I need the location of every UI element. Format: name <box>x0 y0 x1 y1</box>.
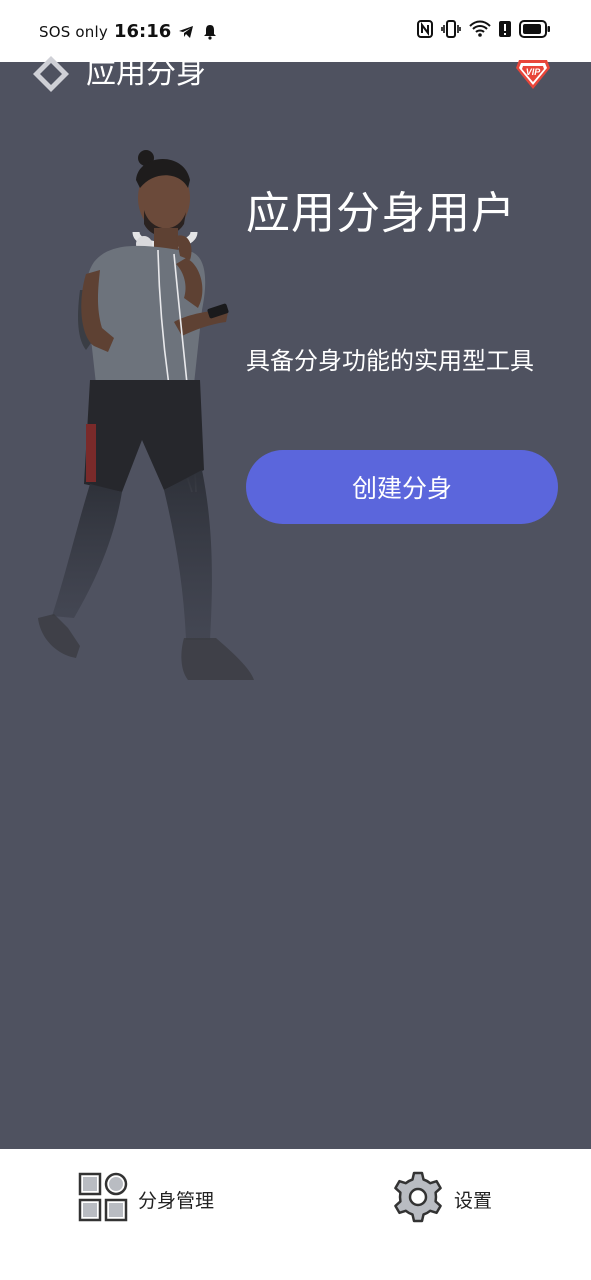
status-left: SOS only 16:16 <box>39 21 219 42</box>
bottom-nav: 分身管理 设置 <box>0 1149 591 1280</box>
svg-text:VIP: VIP <box>526 67 542 77</box>
nav-label-clone-manage: 分身管理 <box>138 1189 215 1212</box>
gear-icon <box>392 1171 444 1227</box>
grid-apps-icon <box>78 1172 128 1226</box>
hero-illustration <box>24 140 264 700</box>
telegram-icon <box>177 23 195 41</box>
diamond-logo-icon <box>31 54 71 94</box>
nav-item-clone-manage[interactable]: 分身管理 <box>78 1171 214 1227</box>
nav-item-settings[interactable]: 设置 <box>392 1171 492 1227</box>
clock: 16:16 <box>113 21 172 42</box>
bell-icon <box>201 23 219 41</box>
hero-subtitle: 具备分身功能的实用型工具 <box>246 347 534 375</box>
nav-label-settings: 设置 <box>454 1189 493 1212</box>
wifi-icon <box>469 20 491 38</box>
page-title: 应用分身 <box>86 56 206 91</box>
hero-title: 应用分身用户 <box>246 188 516 239</box>
battery-icon <box>519 20 551 38</box>
carrier-text: SOS only <box>39 22 108 41</box>
nfc-icon <box>417 20 433 38</box>
alert-icon <box>499 20 511 38</box>
app-header: 应用分身 VIP <box>0 44 591 106</box>
vip-badge-icon[interactable]: VIP <box>515 58 551 90</box>
status-right <box>417 20 551 38</box>
create-clone-button[interactable]: 创建分身 <box>246 450 558 524</box>
vibrate-icon <box>441 20 461 38</box>
